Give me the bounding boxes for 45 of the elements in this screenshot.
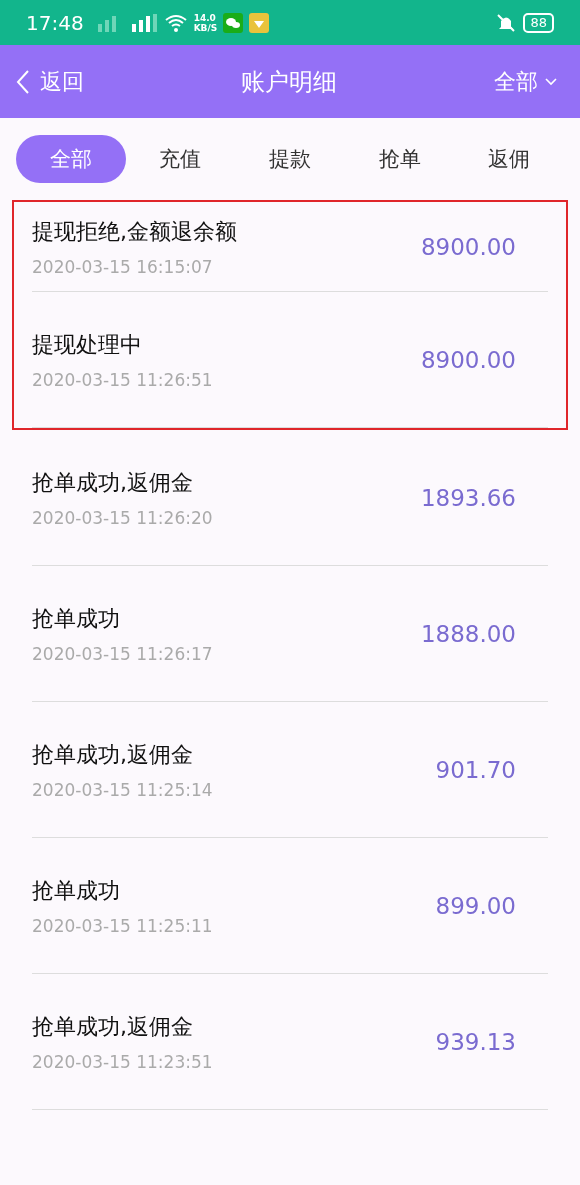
page-title: 账户明细: [241, 66, 337, 98]
record-title: 抢单成功,返佣金: [32, 468, 194, 497]
record-row[interactable]: 抢单成功 2020-03-15 11:25:11 899.00: [32, 838, 548, 974]
record-title: 提现处理中: [32, 330, 143, 359]
filter-dropdown[interactable]: 全部: [494, 66, 558, 97]
record-row[interactable]: 抢单成功,返佣金 2020-03-15 11:23:51 939.13: [32, 974, 548, 1110]
record-row[interactable]: 抢单成功 2020-03-15 11:26:17 1888.00: [32, 566, 548, 702]
chat-app-icon: [223, 12, 244, 33]
record-title: 抢单成功: [32, 604, 121, 633]
back-chevron-icon: [16, 68, 30, 95]
record-amount: 899.00: [435, 892, 516, 919]
record-time: 2020-03-15 11:26:51: [32, 369, 213, 390]
filter-tab[interactable]: 返佣: [454, 135, 564, 183]
network-speed: 14.0 KB/S: [193, 12, 218, 33]
record-title: 抢单成功: [32, 876, 121, 905]
filter-tab[interactable]: 抢单: [344, 135, 455, 183]
record-time: 2020-03-15 11:25:14: [32, 779, 213, 800]
app-icon: [249, 12, 270, 33]
record-row[interactable]: 抢单成功,返佣金 2020-03-15 11:25:14 901.70: [32, 702, 548, 838]
record-title: 提现拒绝,金额退余额: [32, 217, 237, 246]
record-amount: 939.13: [435, 1028, 516, 1055]
battery-indicator: 88: [523, 12, 554, 33]
back-button[interactable]: 返回: [16, 66, 84, 97]
record-amount: 901.70: [435, 756, 516, 783]
record-amount: 1888.00: [420, 620, 516, 647]
filter-tab[interactable]: 全部: [16, 135, 126, 183]
record-time: 2020-03-15 11:26:17: [32, 643, 213, 664]
record-time: 2020-03-15 11:23:51: [32, 1051, 213, 1072]
wifi-icon: [163, 13, 188, 32]
record-title: 抢单成功,返佣金: [32, 740, 194, 769]
record-time: 2020-03-15 11:25:11: [32, 915, 213, 936]
record-row[interactable]: 抢单成功,返佣金 2020-03-15 11:26:20 1893.66: [32, 430, 548, 566]
record-time: 2020-03-15 11:26:20: [32, 507, 213, 528]
record-row[interactable]: 提现处理中 2020-03-15 11:26:51 8900.00: [32, 292, 548, 428]
record-amount: 8900.00: [420, 233, 516, 260]
record-row[interactable]: 提现拒绝,金额退余额 2020-03-15 16:15:07 8900.00: [32, 202, 548, 292]
filter-tab[interactable]: 提款: [235, 135, 345, 183]
record-time: 2020-03-15 16:15:07: [32, 256, 214, 277]
signal-icon: [129, 13, 158, 32]
record-amount: 1893.66: [420, 484, 516, 511]
record-amount: 8900.00: [420, 346, 516, 373]
clock: 17:48: [26, 10, 84, 35]
filter-tab[interactable]: 充值: [125, 135, 236, 183]
record-title: 抢单成功,返佣金: [32, 1012, 194, 1041]
caret-icon: [544, 76, 558, 87]
